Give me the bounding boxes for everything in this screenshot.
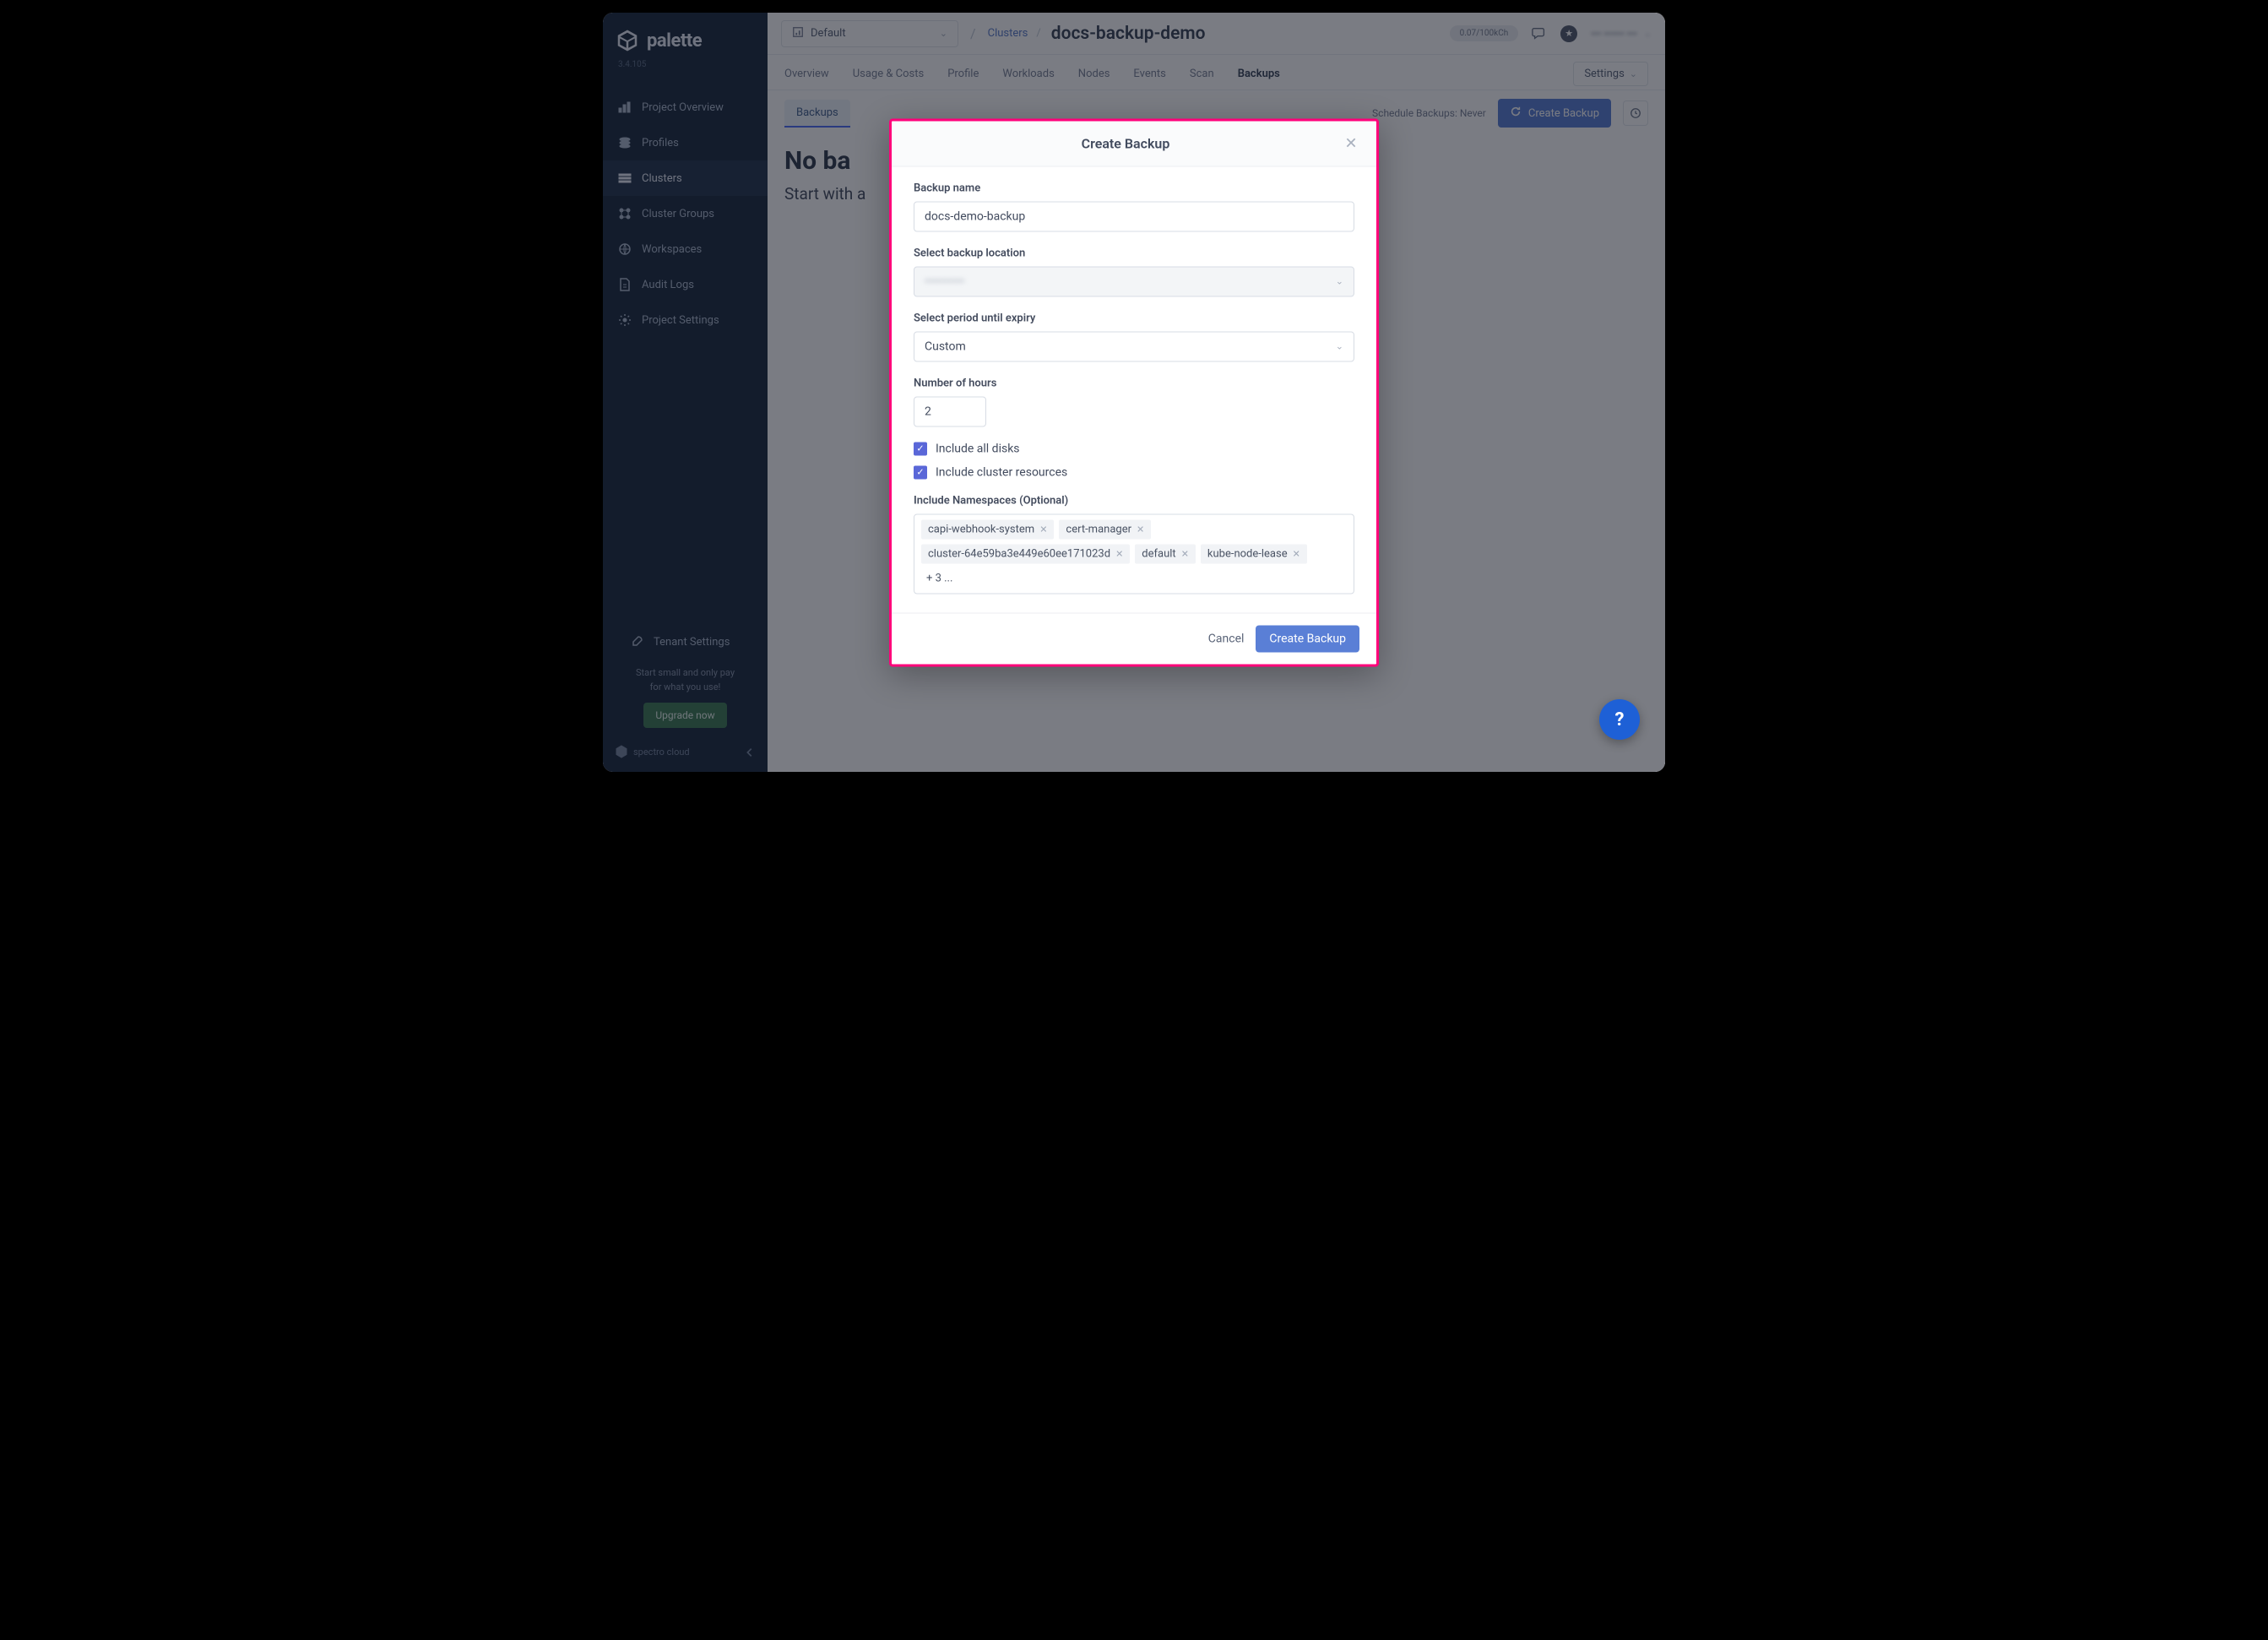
- help-button[interactable]: ?: [1599, 699, 1640, 740]
- create-backup-modal: Create Backup ✕ Backup name Select backu…: [889, 118, 1379, 666]
- modal-close-button[interactable]: ✕: [1343, 134, 1359, 152]
- backup-location-select[interactable]: •••••••••• ⌄: [914, 266, 1354, 296]
- include-disks-checkbox[interactable]: ✓: [914, 442, 927, 455]
- remove-tag-icon[interactable]: ✕: [1137, 524, 1144, 535]
- cancel-button[interactable]: Cancel: [1208, 632, 1245, 645]
- backup-name-label: Backup name: [914, 182, 1354, 194]
- namespace-tag: kube-node-lease✕: [1201, 544, 1307, 563]
- chevron-down-icon: ⌄: [1336, 341, 1343, 352]
- hours-label: Number of hours: [914, 377, 1354, 389]
- namespace-tag: cert-manager✕: [1059, 519, 1151, 539]
- remove-tag-icon[interactable]: ✕: [1181, 548, 1189, 559]
- namespaces-label: Include Namespaces (Optional): [914, 494, 1354, 507]
- remove-tag-icon[interactable]: ✕: [1293, 548, 1300, 559]
- namespace-tag: capi-webhook-system✕: [921, 519, 1054, 539]
- chevron-down-icon: ⌄: [1336, 276, 1343, 287]
- hours-input[interactable]: [914, 396, 986, 426]
- include-disks-label: Include all disks: [936, 442, 1020, 455]
- include-resources-checkbox[interactable]: ✓: [914, 465, 927, 479]
- submit-create-backup-button[interactable]: Create Backup: [1256, 625, 1359, 652]
- expiry-label: Select period until expiry: [914, 312, 1354, 324]
- backup-location-label: Select backup location: [914, 247, 1354, 259]
- namespace-tag: default✕: [1135, 544, 1196, 563]
- remove-tag-icon[interactable]: ✕: [1039, 524, 1047, 535]
- expiry-select[interactable]: Custom ⌄: [914, 331, 1354, 361]
- namespaces-input[interactable]: capi-webhook-system✕ cert-manager✕ clust…: [914, 513, 1354, 594]
- remove-tag-icon[interactable]: ✕: [1115, 548, 1123, 559]
- include-resources-label: Include cluster resources: [936, 465, 1067, 479]
- backup-name-input[interactable]: [914, 201, 1354, 231]
- modal-title: Create Backup: [909, 135, 1343, 151]
- namespace-tag: cluster-64e59ba3e449e60ee171023d✕: [921, 544, 1130, 563]
- namespace-more[interactable]: + 3 ...: [921, 568, 958, 588]
